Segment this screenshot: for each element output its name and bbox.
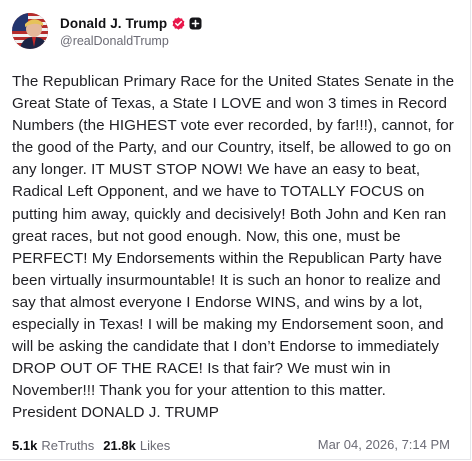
retruths-count: 5.1k — [12, 437, 38, 453]
verified-badge-icon — [172, 16, 185, 30]
author-display-name[interactable]: Donald J. Trump — [60, 16, 167, 31]
retruths-label: ReTruths — [41, 437, 95, 453]
post-header: Donald J. Trump @realDonaldTrump — [12, 13, 202, 49]
author-handle[interactable]: @realDonaldTrump — [60, 34, 202, 48]
retruths-stat[interactable]: 5.1k ReTruths — [12, 438, 94, 453]
likes-label: Likes — [139, 437, 171, 453]
post-timestamp[interactable]: Mar 04, 2026, 7:14 PM — [318, 436, 450, 454]
avatar[interactable] — [12, 13, 48, 49]
author-name-row: Donald J. Trump — [60, 14, 202, 32]
likes-count: 21.8k — [103, 437, 136, 453]
post-text: The Republican Primary Race for the Unit… — [12, 73, 455, 422]
plus-square-icon[interactable] — [189, 17, 202, 30]
author-identity: Donald J. Trump @realDonaldTrump — [60, 14, 202, 48]
post-footer: 5.1k ReTruths 21.8k Likes Mar 04, 2026, … — [12, 436, 464, 454]
avatar-image — [12, 13, 48, 49]
post-card: Donald J. Trump @realDonaldTrump The Rep… — [0, 0, 471, 460]
likes-stat[interactable]: 21.8k Likes — [103, 438, 170, 453]
